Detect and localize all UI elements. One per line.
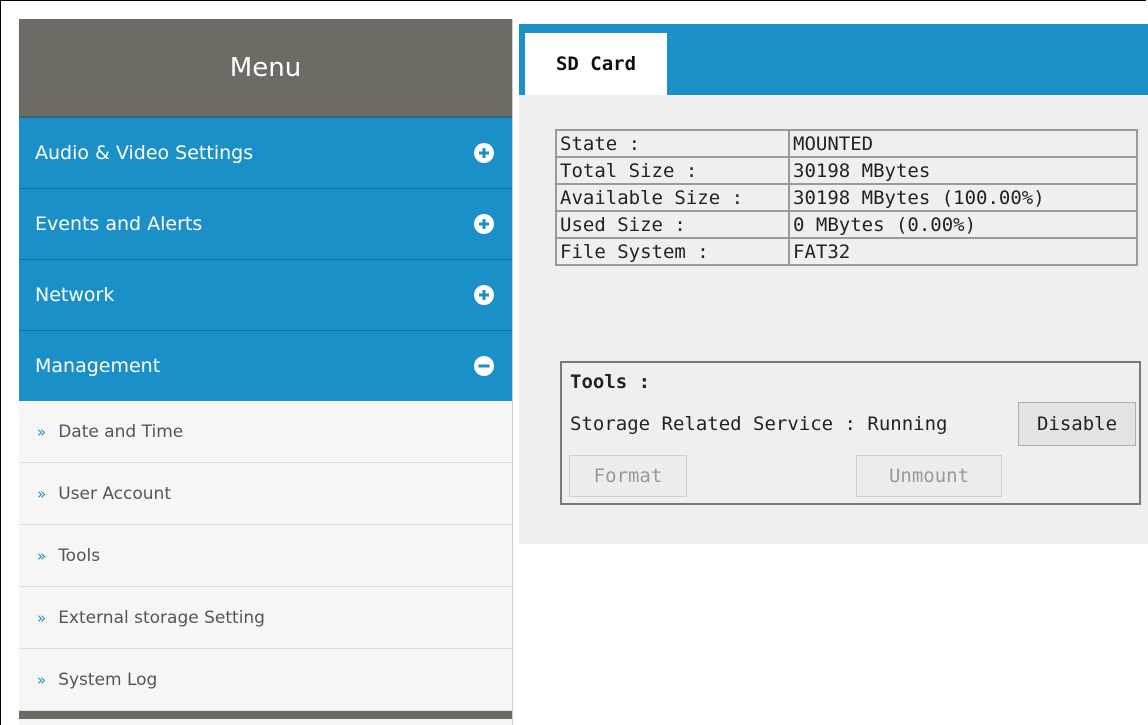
sidebar-menu: Menu Audio & Video Settings Events and A…: [19, 19, 513, 725]
sidebar-item-system-log[interactable]: » System Log: [19, 649, 512, 711]
sidebar-item-label: Tools: [58, 545, 101, 566]
sidebar-item-user-account[interactable]: » User Account: [19, 463, 512, 525]
info-key: State :: [556, 130, 789, 157]
menu-section-label: Audio & Video Settings: [35, 142, 254, 164]
table-row: Total Size : 30198 MBytes: [556, 157, 1137, 184]
menu-section-label: Network: [35, 284, 115, 306]
plus-circle-icon[interactable]: [474, 285, 494, 305]
info-key: Available Size :: [556, 184, 789, 211]
unmount-button[interactable]: Unmount: [856, 455, 1002, 497]
sidebar-item-date-time[interactable]: » Date and Time: [19, 401, 512, 463]
info-key: Used Size :: [556, 211, 789, 238]
sidebar-item-tools[interactable]: » Tools: [19, 525, 512, 587]
info-value: 0 MBytes (0.00%): [789, 211, 1137, 238]
tab-bar: SD Card: [519, 24, 1148, 95]
plus-circle-icon[interactable]: [474, 214, 494, 234]
info-value: FAT32: [789, 238, 1137, 265]
info-value: 30198 MBytes (100.00%): [789, 184, 1137, 211]
menu-section-label: Events and Alerts: [35, 213, 203, 235]
plus-circle-icon[interactable]: [474, 143, 494, 163]
format-button[interactable]: Format: [569, 455, 687, 497]
info-value: 30198 MBytes: [789, 157, 1137, 184]
chevron-double-right-icon: »: [37, 670, 47, 689]
chevron-double-right-icon: »: [37, 608, 47, 627]
sidebar-footer-bar: [19, 711, 512, 719]
minus-circle-icon[interactable]: [474, 356, 494, 376]
info-key: Total Size :: [556, 157, 789, 184]
chevron-double-right-icon: »: [37, 484, 47, 503]
sd-card-info-table: State : MOUNTED Total Size : 30198 MByte…: [555, 129, 1138, 266]
table-row: File System : FAT32: [556, 238, 1137, 265]
info-value: MOUNTED: [789, 130, 1137, 157]
chevron-double-right-icon: »: [37, 422, 47, 441]
menu-section-events-alerts[interactable]: Events and Alerts: [19, 188, 512, 259]
disable-button[interactable]: Disable: [1018, 402, 1136, 446]
sidebar-item-external-storage[interactable]: » External storage Setting: [19, 587, 512, 649]
sidebar-item-label: User Account: [58, 483, 171, 504]
sidebar-item-label: System Log: [58, 669, 158, 690]
tab-sd-card[interactable]: SD Card: [525, 33, 667, 95]
storage-service-status: Storage Related Service : Running: [570, 413, 948, 435]
menu-section-network[interactable]: Network: [19, 259, 512, 330]
sidebar-item-label: Date and Time: [58, 421, 184, 442]
tools-panel: Tools : Storage Related Service : Runnin…: [560, 361, 1141, 505]
table-row: Available Size : 30198 MBytes (100.00%): [556, 184, 1137, 211]
menu-section-audio-video[interactable]: Audio & Video Settings: [19, 117, 512, 188]
sidebar-item-label: External storage Setting: [58, 607, 265, 628]
menu-section-management[interactable]: Management: [19, 330, 512, 401]
tools-title: Tools :: [570, 371, 651, 393]
chevron-double-right-icon: »: [37, 546, 47, 565]
main-panel: SD Card State : MOUNTED Total Size : 301…: [519, 24, 1148, 544]
menu-title: Menu: [19, 19, 512, 117]
table-row: Used Size : 0 MBytes (0.00%): [556, 211, 1137, 238]
info-key: File System :: [556, 238, 789, 265]
menu-section-label: Management: [35, 355, 161, 377]
table-row: State : MOUNTED: [556, 130, 1137, 157]
